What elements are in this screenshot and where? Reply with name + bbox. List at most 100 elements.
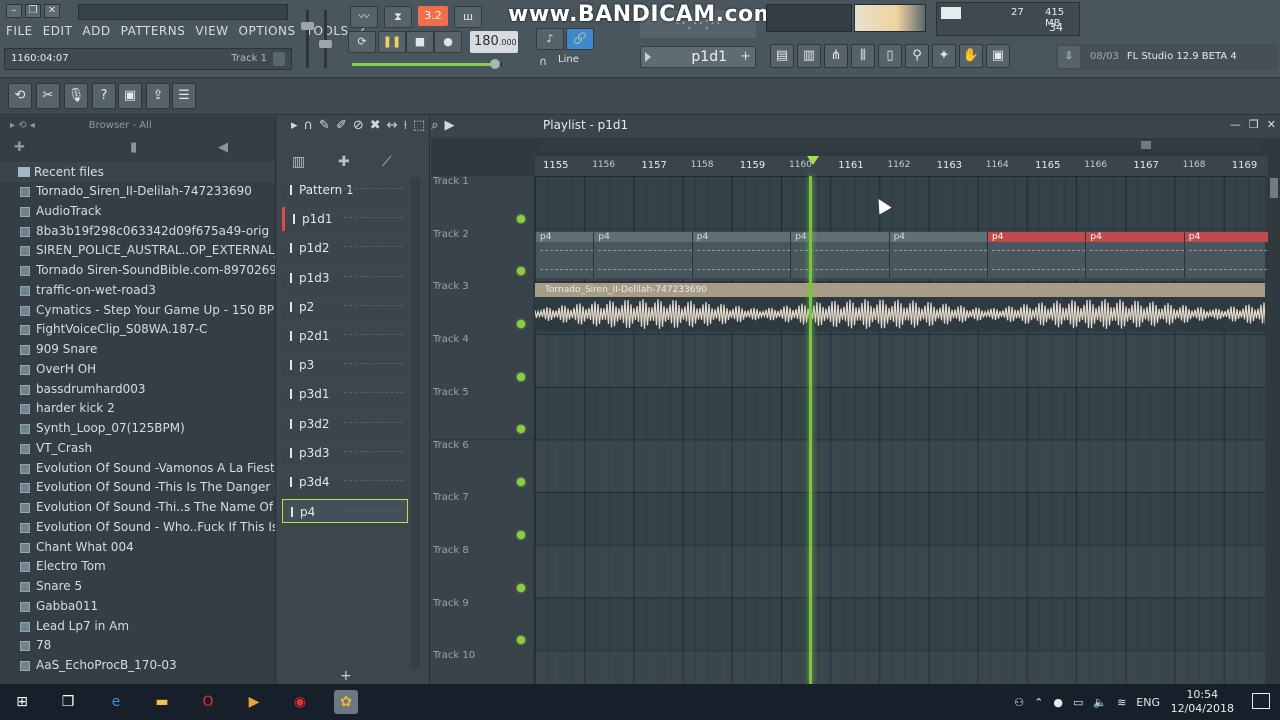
pattern-item[interactable]: p3 xyxy=(282,353,408,378)
track-header[interactable]: Track 8 xyxy=(431,544,533,598)
news-text[interactable]: FL Studio 12.9 BETA 4 xyxy=(1127,51,1237,62)
pattern-item[interactable]: p3d3 xyxy=(282,440,408,465)
stop-button[interactable]: ■ xyxy=(406,31,434,53)
plugin-icon[interactable]: ⚲ xyxy=(905,44,929,68)
list-item[interactable]: FightVoiceClip_S08WA.187-C xyxy=(0,320,275,340)
collapse-icon[interactable]: ◀ xyxy=(218,140,228,155)
pencil-icon[interactable]: ✎ xyxy=(319,118,330,133)
mixer-icon[interactable]: ⫼ xyxy=(851,44,875,68)
pattern-view-icon[interactable]: ▥ xyxy=(292,154,305,170)
list-item[interactable]: Evolution Of Sound -Thi..s The Name Of T… xyxy=(0,498,275,518)
reload-icon[interactable]: ⟲ xyxy=(8,83,32,109)
menu-file[interactable]: FILE xyxy=(6,24,33,38)
pattern-item[interactable]: p3d4 xyxy=(282,470,408,494)
wifi-icon[interactable]: ≋ xyxy=(1117,696,1126,709)
list-item[interactable]: 78 xyxy=(0,636,275,656)
track-mute-led-icon[interactable] xyxy=(517,214,525,223)
browser-icon[interactable]: ▯ xyxy=(878,44,902,68)
pat-song-toggle[interactable]: 3.2 xyxy=(418,6,448,26)
song-position-bar[interactable] xyxy=(352,59,502,69)
app-icon[interactable]: ▶ xyxy=(242,690,266,714)
task-view-icon[interactable]: ❒ xyxy=(56,690,80,714)
playhead[interactable] xyxy=(809,176,812,684)
loop-icon[interactable]: ⟳ xyxy=(348,31,376,53)
track-mute-led-icon[interactable] xyxy=(517,530,525,539)
pattern-clip[interactable]: p4 xyxy=(987,232,1086,278)
track-header[interactable]: Track 1 xyxy=(431,176,533,229)
pattern-item[interactable]: p4 xyxy=(282,499,408,524)
minimize-icon[interactable]: — xyxy=(1230,118,1241,131)
metronome-icon[interactable]: ♪ xyxy=(536,28,564,50)
list-item[interactable]: SIREN_POLICE_AUSTRAL..OP_EXTERNAL_STEREO… xyxy=(0,241,275,261)
track-header[interactable]: Track 5 xyxy=(431,386,533,440)
channel-rack-icon[interactable]: ⋔ xyxy=(824,44,848,68)
audio-clip[interactable]: Tornado_Siren_II-Delilah-747233690 xyxy=(535,283,1265,331)
mute-icon[interactable]: ✖ xyxy=(370,118,381,133)
browser-nav-icons[interactable]: ▸ ⟲ ◂ xyxy=(10,120,35,131)
snap-label[interactable]: Line xyxy=(558,54,579,65)
track-header[interactable]: Track 7 xyxy=(431,492,533,545)
pattern-item[interactable]: p3d1 xyxy=(282,382,408,407)
automation-view-icon[interactable]: ⟋ xyxy=(382,154,392,170)
volume-icon[interactable]: 🔈 xyxy=(1093,696,1107,709)
playlist-grid[interactable]: p4 p4 p4 p4 p4 p4 p4 p4 Tornado_Siren_II-Delila… xyxy=(535,176,1280,684)
list-item[interactable]: traffic-on-wet-road3 xyxy=(0,281,275,301)
playlist-icon[interactable]: ▤ xyxy=(770,44,794,68)
paint-icon[interactable]: ✐ xyxy=(336,118,347,133)
pattern-clip[interactable]: p4 xyxy=(535,232,593,278)
master-pitch-slider[interactable] xyxy=(319,10,332,68)
language-indicator[interactable]: ENG xyxy=(1136,696,1160,709)
pattern-clip[interactable]: p4 xyxy=(1183,232,1280,278)
list-item[interactable]: VT_Crash xyxy=(0,439,275,459)
news-panel[interactable]: ⇩ 08/03 FL Studio 12.9 BETA 4 xyxy=(1056,44,1278,70)
pattern-clip[interactable]: p4 xyxy=(691,232,791,278)
start-icon[interactable]: ⊞ xyxy=(10,690,34,714)
track-header[interactable]: Track 4 xyxy=(431,334,533,387)
list-item[interactable]: OverH OH xyxy=(0,360,275,380)
download-icon[interactable]: ⇩ xyxy=(1058,46,1080,68)
maximize-icon[interactable]: ❐ xyxy=(1249,118,1259,131)
close-icon[interactable]: ✕ xyxy=(1267,118,1276,131)
edge-icon[interactable]: e xyxy=(104,690,128,714)
slice-icon[interactable]: ⟊ xyxy=(404,118,407,133)
fl-studio-icon[interactable]: ✿ xyxy=(334,690,358,714)
pattern-item[interactable]: p2 xyxy=(282,294,408,319)
pattern-clip[interactable]: p4 xyxy=(1085,232,1184,278)
track-mute-led-icon[interactable] xyxy=(517,583,525,592)
magnet-icon[interactable]: ∩ xyxy=(534,52,552,72)
list-item[interactable]: AaS_EchoProcB_170-03 xyxy=(0,656,275,676)
menu-edit[interactable]: EDIT xyxy=(43,24,73,38)
slip-icon[interactable]: ↔ xyxy=(387,118,398,133)
pause-button[interactable]: ❚❚ xyxy=(378,31,406,53)
playhead-marker-icon[interactable] xyxy=(807,156,819,165)
add-pattern-icon[interactable]: + xyxy=(340,668,352,684)
scrollbar-thumb[interactable] xyxy=(1270,178,1278,198)
cut-icon[interactable]: ✂ xyxy=(36,83,60,109)
vertical-scrollbar[interactable] xyxy=(1268,156,1280,684)
select-icon[interactable]: ⬚ xyxy=(413,118,425,133)
track-mute-led-icon[interactable] xyxy=(517,267,525,276)
list-item[interactable]: 8ba3b19f298c063342d09f675a49-orig xyxy=(0,222,275,242)
time-ruler[interactable]: 1155 1156 1157 1158 1159 1160 1161 1162 1163 1164… xyxy=(535,156,1275,176)
link-icon[interactable]: 🔗 xyxy=(566,28,594,50)
hint-knob[interactable] xyxy=(273,52,285,66)
list-item[interactable]: AudioTrack xyxy=(0,202,275,222)
slider-thumb[interactable] xyxy=(301,22,314,30)
chevron-up-icon[interactable]: ⌃ xyxy=(1034,696,1043,709)
track-mute-led-icon[interactable] xyxy=(517,320,525,329)
plugin-picker-icon[interactable]: ✦ xyxy=(932,44,956,68)
add-pattern-icon[interactable]: + xyxy=(740,47,751,67)
song-position-handle[interactable] xyxy=(489,59,500,69)
list-item[interactable]: 909 Snare xyxy=(0,340,275,360)
list-item[interactable]: Tornado_Siren_II-Delilah-747233690 xyxy=(0,182,275,202)
tempo-display[interactable]: 180.000 xyxy=(470,31,518,53)
scrollbar-thumb[interactable] xyxy=(1141,141,1151,149)
track-header[interactable]: Track 9 xyxy=(431,597,533,651)
opera-icon[interactable]: O xyxy=(196,690,220,714)
expand-icon[interactable]: ✚ xyxy=(14,140,25,155)
zoom-icon[interactable]: ⌕ xyxy=(431,118,438,133)
track-header[interactable]: Track 2 xyxy=(431,228,533,282)
track-header[interactable]: Track 6 xyxy=(431,439,533,493)
menu-patterns[interactable]: PATTERNS xyxy=(121,24,186,38)
list-item[interactable]: Evolution Of Sound - Who..Fuck If This I… xyxy=(0,518,275,538)
